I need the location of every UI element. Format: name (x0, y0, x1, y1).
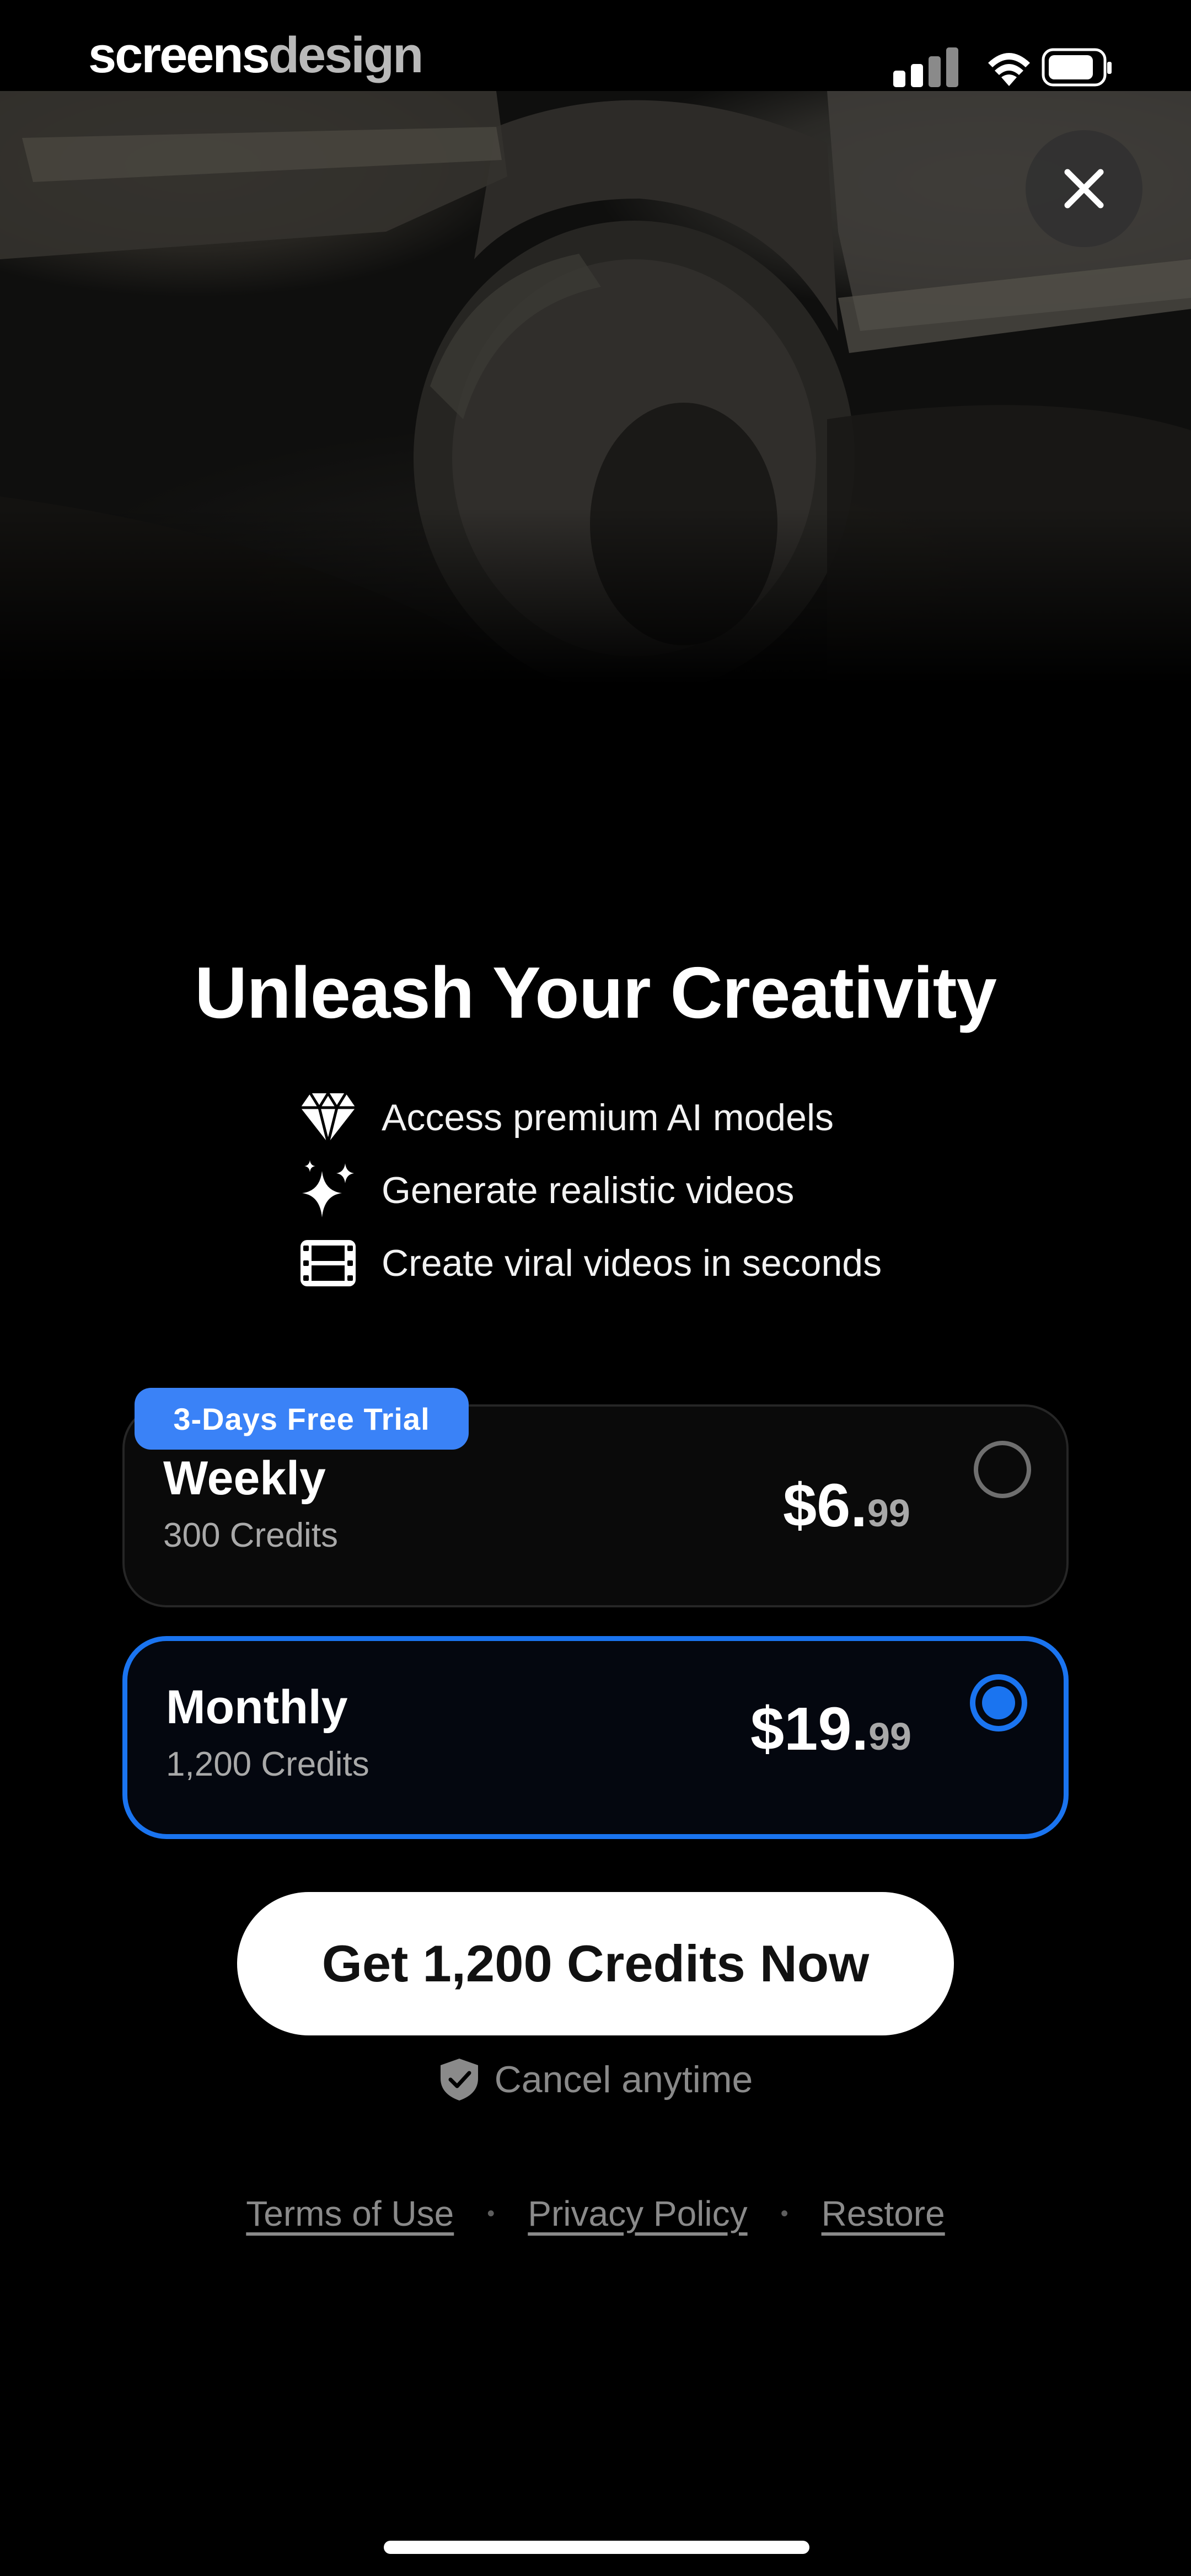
separator: • (487, 2201, 495, 2226)
feature-text: Access premium AI models (382, 1097, 834, 1139)
cancel-text: Cancel anytime (494, 2059, 753, 2101)
feature-item: Access premium AI models (298, 1081, 882, 1154)
footer-links: Terms of Use • Privacy Policy • Restore (0, 2193, 1191, 2234)
plan-price: $6.99 (783, 1472, 910, 1540)
close-icon (1064, 169, 1104, 209)
plan-price: $19.99 (750, 1695, 911, 1763)
plan-radio[interactable] (974, 1441, 1031, 1498)
privacy-link[interactable]: Privacy Policy (528, 2193, 747, 2234)
feature-text: Generate realistic videos (382, 1169, 795, 1211)
shield-check-icon (438, 2057, 480, 2102)
plan-credits: 1,200 Credits (166, 1745, 369, 1783)
plan-radio-selected[interactable] (970, 1674, 1027, 1731)
battery-icon (1042, 48, 1112, 87)
status-bar: screensdesign (0, 0, 1191, 91)
feature-text: Create viral videos in seconds (382, 1242, 882, 1284)
brand-watermark: screensdesign (88, 27, 423, 83)
home-indicator (384, 2541, 809, 2554)
plan-monthly-card[interactable]: Monthly 1,200 Credits $19.99 (122, 1636, 1069, 1839)
restore-link[interactable]: Restore (822, 2193, 945, 2234)
status-icons (893, 47, 1112, 87)
cancel-anytime-note: Cancel anytime (0, 2057, 1191, 2102)
page-title: Unleash Your Creativity (195, 952, 997, 1033)
feature-item: Generate realistic videos (298, 1154, 882, 1227)
feature-list: Access premium AI models Generate realis… (298, 1081, 882, 1300)
plan-name: Weekly (163, 1452, 326, 1505)
get-credits-button[interactable]: Get 1,200 Credits Now (237, 1892, 954, 2035)
free-trial-badge: 3-Days Free Trial (135, 1388, 469, 1450)
radio-dot (982, 1686, 1015, 1719)
separator: • (780, 2201, 788, 2226)
plan-credits: 300 Credits (163, 1516, 339, 1554)
terms-link[interactable]: Terms of Use (246, 2193, 454, 2234)
wifi-icon (988, 53, 1030, 86)
close-button[interactable] (1026, 130, 1142, 247)
feature-item: Create viral videos in seconds (298, 1227, 882, 1300)
sparkles-icon (298, 1160, 358, 1221)
film-icon (298, 1233, 358, 1294)
signal-icon (893, 47, 958, 87)
hero-image (0, 0, 1191, 684)
plan-name: Monthly (166, 1681, 348, 1734)
diamond-icon (298, 1087, 358, 1148)
